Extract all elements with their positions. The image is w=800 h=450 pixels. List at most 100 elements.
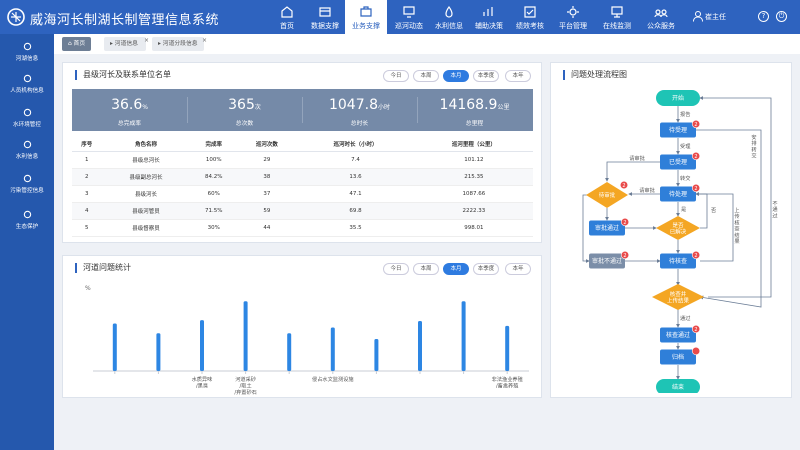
- table-header-row: 序号 角色名称 完成率 巡河次数 巡河时长（小时） 巡河里程（公里）: [72, 137, 533, 152]
- bar[interactable]: [287, 333, 292, 371]
- period-button-4[interactable]: 本年: [505, 70, 531, 82]
- table-row[interactable]: 4 县级河管员 71.5% 59 69.8 2222.33: [72, 202, 533, 220]
- flow-edge-request-1: [605, 161, 660, 182]
- svg-text:核查并: 核查并: [670, 290, 687, 298]
- close-icon[interactable]: ×: [202, 34, 207, 48]
- briefcase-icon: [360, 6, 372, 17]
- x-tick-label: 侵占水文监测设施: [312, 375, 354, 383]
- flow-node-verify-pass[interactable]: 核查通过: [660, 327, 696, 343]
- flow-node-archive[interactable]: 归档: [660, 349, 696, 365]
- tab-river-segment-info[interactable]: ▸ 河道分段信息 ×: [152, 34, 207, 51]
- table-cell: 1: [72, 151, 102, 169]
- sidebar-item-0[interactable]: 河湖信息: [0, 42, 54, 74]
- nav-item-5[interactable]: 辅助决策: [470, 0, 508, 34]
- stat-value: 365次: [228, 97, 261, 113]
- nav-item-8[interactable]: 在线监测: [596, 0, 638, 34]
- flow-node-pending-handle[interactable]: 待处理: [660, 186, 696, 202]
- flow-node-pending-accept[interactable]: 待受理: [660, 122, 696, 138]
- nav-item-4[interactable]: 水利信息: [430, 0, 468, 34]
- period-button-3[interactable]: 本季度: [473, 70, 499, 82]
- stat-item-1: 365次总次数: [187, 89, 302, 131]
- period-button-0[interactable]: 今日: [383, 263, 409, 275]
- sidebar-item-5[interactable]: 生态保护: [0, 210, 54, 242]
- nav-label: 水利信息: [435, 22, 463, 30]
- flow-node-end[interactable]: 结束: [656, 379, 700, 393]
- nav-item-7[interactable]: 平台管理: [553, 0, 593, 34]
- stat-divider: [302, 97, 303, 123]
- boat-icon: [23, 42, 31, 51]
- bar[interactable]: [156, 333, 161, 371]
- stat-label: 总次数: [235, 121, 254, 127]
- nav-item-2[interactable]: 业务支撑: [345, 0, 387, 34]
- nav-item-1[interactable]: 数据支撑: [307, 0, 343, 34]
- tab-home[interactable]: ⌂ 首页: [62, 37, 92, 51]
- power-icon[interactable]: ⏻: [776, 11, 787, 22]
- flow-node-rejected[interactable]: 审批不通过: [589, 253, 625, 269]
- svg-text:审批通过: 审批通过: [595, 224, 619, 232]
- table-cell: 县级督察员: [101, 219, 191, 237]
- bar[interactable]: [330, 327, 335, 371]
- bar[interactable]: [461, 301, 466, 371]
- table-row[interactable]: 1 县级总河长 100% 29 7.4 101.12: [72, 151, 533, 169]
- flow-node-accepted[interactable]: 已受理: [660, 154, 696, 170]
- table-cell: 29: [237, 151, 297, 169]
- table-cell: 7.4: [296, 151, 415, 169]
- stat-value: 36.6%: [111, 97, 148, 113]
- period-button-1[interactable]: 本周: [413, 263, 439, 275]
- period-button-2[interactable]: 本月: [443, 263, 469, 275]
- stat-unit: 小时: [377, 104, 390, 111]
- flow-node-upload-check[interactable]: 核查并上传结果: [652, 284, 704, 310]
- nav-item-0[interactable]: 首页: [270, 0, 304, 34]
- sidebar-item-2[interactable]: 水环境管控: [0, 108, 54, 140]
- table-cell: 县级总河长: [101, 151, 191, 169]
- notification-badge: 2: [620, 250, 630, 260]
- bar[interactable]: [200, 320, 204, 371]
- gear-icon: [567, 6, 579, 18]
- table-row[interactable]: 3 县级河长 60% 37 47.1 1087.66: [72, 185, 533, 203]
- table-cell: 1087.66: [414, 185, 533, 203]
- table-cell: 2222.33: [414, 202, 533, 220]
- help-icon[interactable]: ?: [758, 11, 769, 22]
- bar[interactable]: [374, 339, 379, 371]
- period-button-1[interactable]: 本周: [413, 70, 439, 82]
- period-button-3[interactable]: 本季度: [473, 263, 499, 275]
- assessment-icon: [524, 6, 536, 18]
- table-row[interactable]: 2 县级副总河长 84.2% 38 13.6 215.35: [72, 168, 533, 186]
- table-cell: 215.35: [414, 168, 533, 186]
- tab-river-info[interactable]: ▸ 河道信息 ×: [104, 34, 149, 51]
- period-button-4[interactable]: 本年: [505, 263, 531, 275]
- notification-badge: 2: [691, 324, 701, 334]
- x-tick-label: 非法渔业养殖/畜禽养殖: [492, 375, 523, 390]
- stat-label: 总时长: [350, 121, 369, 127]
- nav-item-6[interactable]: 绩效考核: [510, 0, 550, 34]
- notification-badge: 2: [691, 183, 701, 193]
- table-cell: 4: [72, 202, 102, 220]
- stat-item-3: 14168.9公里 总里程: [417, 89, 532, 131]
- user-name[interactable]: 崔主任: [705, 12, 726, 22]
- svg-text:待处理: 待处理: [669, 190, 687, 198]
- nav-item-9[interactable]: 公众服务: [640, 0, 682, 34]
- close-icon[interactable]: ×: [144, 34, 149, 48]
- table-cell: 60%: [190, 185, 238, 203]
- nav-label: 在线监测: [603, 22, 631, 30]
- flow-node-start[interactable]: 开始: [656, 90, 700, 106]
- table-row[interactable]: 5 县级督察员 30% 44 35.5 998.01: [72, 219, 533, 237]
- table-cell: 县级河长: [101, 185, 191, 203]
- sidebar-item-3[interactable]: 水利信息: [0, 140, 54, 172]
- stat-unit: %: [142, 104, 148, 111]
- flow-node-pending-verify[interactable]: 待核查: [660, 253, 696, 269]
- flow-node-resolved[interactable]: 是否已解决: [656, 216, 700, 240]
- bar[interactable]: [418, 320, 422, 371]
- nav-item-3[interactable]: 巡河动态: [390, 0, 428, 34]
- top-bar: 威海河长制湖长制管理信息系统 首页 数据支撑 业务支撑 巡河动态 水利信息 辅助决策 绩效考…: [0, 0, 800, 34]
- period-button-0[interactable]: 今日: [383, 70, 409, 82]
- sidebar-item-4[interactable]: 污染管控信息: [0, 174, 54, 206]
- bar[interactable]: [505, 325, 510, 371]
- table-cell: 3: [72, 185, 102, 203]
- flow-node-approved[interactable]: 审批通过: [589, 220, 625, 236]
- person-icon: [23, 74, 31, 83]
- bar[interactable]: [243, 301, 248, 371]
- bar[interactable]: [112, 323, 117, 371]
- period-button-2[interactable]: 本月: [443, 70, 469, 82]
- sidebar-item-1[interactable]: 人员机构信息: [0, 74, 54, 106]
